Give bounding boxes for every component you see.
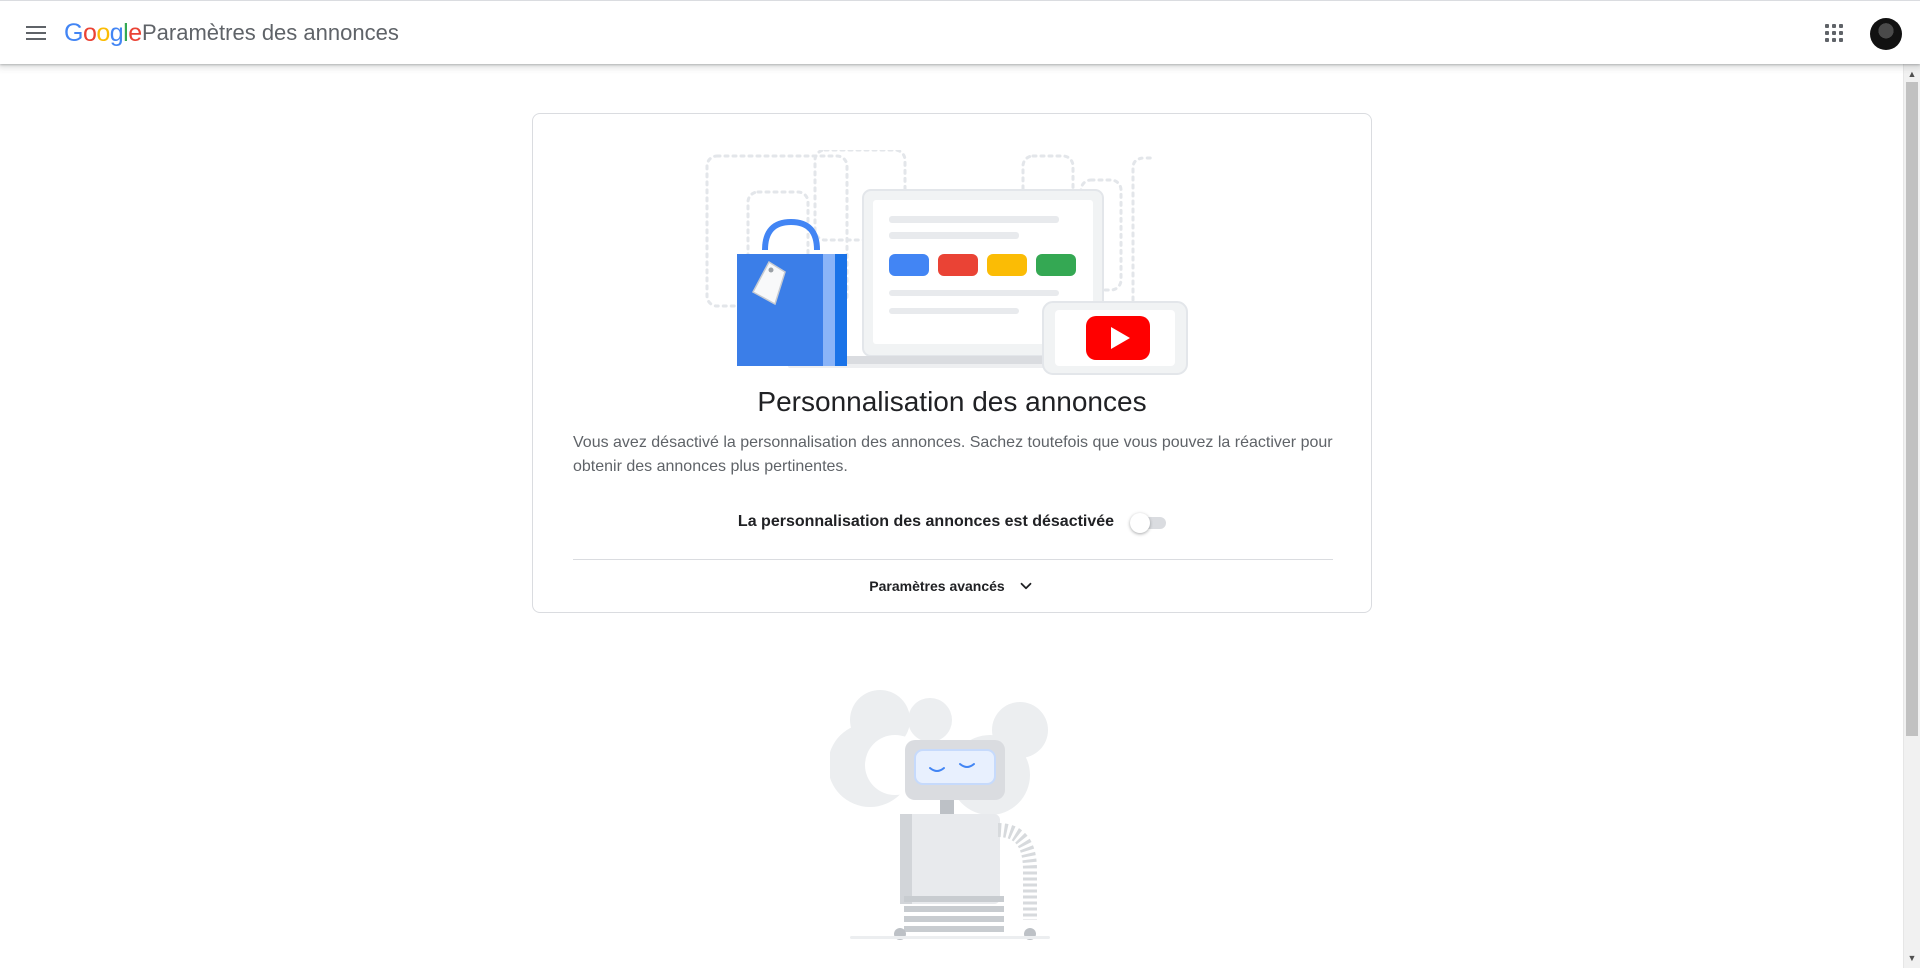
account-avatar[interactable] [1870,18,1902,50]
ads-illustration [705,150,1188,375]
page-scrollbar[interactable]: ▲ ▼ [1903,64,1920,968]
top-app-bar: Google Paramètres des annonces [0,0,1920,64]
switch-knob [1130,513,1151,533]
scrollbar-thumb[interactable] [1906,82,1918,736]
card-description: Vous avez désactivé la personnalisation … [573,434,1333,475]
advanced-settings-button[interactable]: Paramètres avancés [533,577,1371,595]
card-divider [573,559,1333,560]
scroll-up-arrow-icon[interactable]: ▲ [1904,66,1920,82]
toggle-label: La personnalisation des annonces est dés… [737,513,1115,530]
sleeping-robot-illustration [830,690,1050,940]
product-title: Paramètres des annonces [142,20,399,45]
google-apps-icon[interactable] [1822,21,1846,45]
ad-personalization-switch[interactable] [1130,512,1167,533]
advanced-settings-label: Paramètres avancés [869,578,1005,594]
scroll-down-arrow-icon[interactable]: ▼ [1904,950,1920,966]
ad-personalization-card: Personnalisation des annonces Vous avez … [532,113,1372,613]
card-title: Personnalisation des annonces [757,386,1147,417]
chevron-down-icon [1020,582,1032,590]
personalization-toggle-row: La personnalisation des annonces est dés… [533,512,1371,533]
hamburger-menu-icon[interactable] [18,17,54,49]
google-logo[interactable]: Google [64,17,142,49]
